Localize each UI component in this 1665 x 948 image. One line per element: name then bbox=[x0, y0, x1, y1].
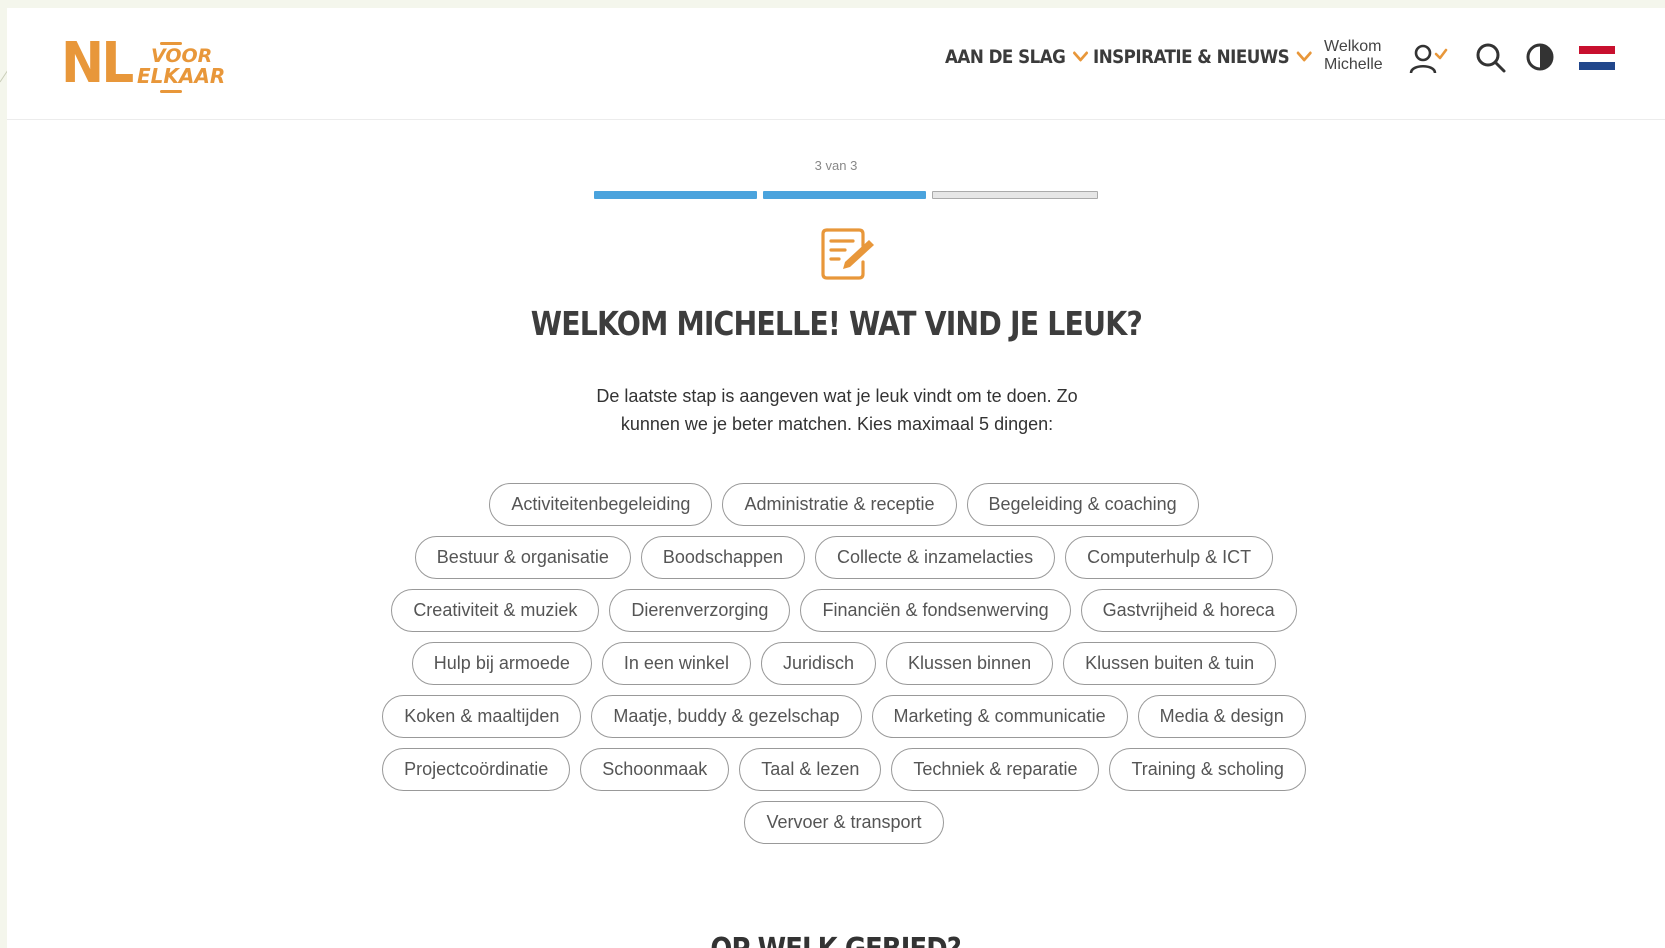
welcome-line-1: Welkom bbox=[1324, 38, 1382, 55]
intro-text: De laatste stap is aangeven wat je leuk … bbox=[596, 386, 1078, 434]
tag-collecte-inzamelacties[interactable]: Collecte & inzamelacties bbox=[815, 536, 1056, 579]
contrast-icon[interactable] bbox=[1525, 42, 1555, 72]
section-title-gebied: OP WELK GEBIED? bbox=[7, 932, 1665, 948]
tag-begeleiding-coaching[interactable]: Begeleiding & coaching bbox=[966, 483, 1199, 526]
logo-voor: VOOR bbox=[151, 45, 213, 67]
main-nav: AAN DE SLAG bbox=[945, 46, 1108, 68]
tag-dierenverzorging[interactable]: Dierenverzorging bbox=[609, 589, 791, 632]
tag-administratie-receptie[interactable]: Administratie & receptie bbox=[722, 483, 957, 526]
tag-financien-fondsenwerving[interactable]: Financiën & fondsenwerving bbox=[800, 589, 1071, 632]
page-title: WELKOM MICHELLE! WAT VIND JE LEUK? bbox=[7, 304, 1665, 343]
site-header: NL VOOR ELKAAR AAN DE SLAG INSPIRATIE & … bbox=[7, 8, 1665, 120]
tag-maatje-buddy-gezelschap[interactable]: Maatje, buddy & gezelschap bbox=[591, 695, 862, 738]
main-nav-2: INSPIRATIE & NIEUWS bbox=[1093, 46, 1342, 68]
tag-juridisch[interactable]: Juridisch bbox=[760, 642, 876, 685]
nav-inspiratie-nieuws-label: INSPIRATIE & NIEUWS bbox=[1093, 46, 1290, 68]
welcome-user[interactable]: Welkom Michelle bbox=[1324, 38, 1383, 74]
tag-gastvrijheid-horeca[interactable]: Gastvrijheid & horeca bbox=[1080, 589, 1297, 632]
tag-creativiteit-muziek[interactable]: Creativiteit & muziek bbox=[391, 589, 600, 632]
page-title-text: WELKOM MICHELLE! WAT VIND JE LEUK? bbox=[530, 304, 1142, 343]
logo-elkaar: ELKAAR bbox=[137, 64, 226, 88]
nav-aan-de-slag[interactable]: AAN DE SLAG bbox=[945, 46, 1088, 68]
logo-nl: NL bbox=[61, 31, 134, 96]
tag-vervoer-transport[interactable]: Vervoer & transport bbox=[744, 801, 944, 844]
tag-klussen-buiten-tuin[interactable]: Klussen buiten & tuin bbox=[1063, 642, 1277, 685]
chevron-down-icon bbox=[1072, 51, 1088, 62]
tag-in-een-winkel[interactable]: In een winkel bbox=[601, 642, 751, 685]
tag-schoonmaak[interactable]: Schoonmaak bbox=[580, 748, 730, 791]
progress-label: 3 van 3 bbox=[814, 158, 858, 173]
tag-marketing-communicatie[interactable]: Marketing & communicatie bbox=[871, 695, 1128, 738]
tag-media-design[interactable]: Media & design bbox=[1137, 695, 1306, 738]
account-icon[interactable] bbox=[1409, 42, 1449, 76]
progress-segment-1 bbox=[594, 191, 757, 199]
tag-computerhulp-ict[interactable]: Computerhulp & ICT bbox=[1065, 536, 1274, 579]
tag-techniek-reparatie[interactable]: Techniek & reparatie bbox=[891, 748, 1100, 791]
tag-activiteitenbegeleiding[interactable]: Activiteitenbegeleiding bbox=[489, 483, 713, 526]
section-title-text: OP WELK GEBIED? bbox=[711, 932, 962, 948]
tag-hulp-bij-armoede[interactable]: Hulp bij armoede bbox=[411, 642, 592, 685]
tag-boodschappen[interactable]: Boodschappen bbox=[640, 536, 806, 579]
dutch-flag-icon[interactable] bbox=[1579, 46, 1615, 70]
nav-aan-de-slag-label: AAN DE SLAG bbox=[945, 46, 1066, 68]
search-icon[interactable] bbox=[1475, 42, 1507, 74]
progress-bar bbox=[594, 191, 1098, 199]
chevron-down-icon bbox=[1296, 51, 1312, 62]
welcome-line-2: Michelle bbox=[1324, 56, 1383, 73]
progress-segment-2 bbox=[763, 191, 926, 199]
tag-bestuur-organisatie[interactable]: Bestuur & organisatie bbox=[414, 536, 631, 579]
edit-form-icon bbox=[821, 228, 874, 280]
logo-bar-bottom bbox=[160, 90, 182, 93]
nav-inspiratie-nieuws[interactable]: INSPIRATIE & NIEUWS bbox=[1093, 46, 1312, 68]
page: NL VOOR ELKAAR AAN DE SLAG INSPIRATIE & … bbox=[7, 8, 1665, 948]
interest-tags: Activiteitenbegeleiding Administratie & … bbox=[377, 483, 1311, 844]
tag-koken-maaltijden[interactable]: Koken & maaltijden bbox=[382, 695, 582, 738]
tag-projectcoordinatie[interactable]: Projectcoördinatie bbox=[382, 748, 571, 791]
tag-training-scholing[interactable]: Training & scholing bbox=[1109, 748, 1306, 791]
tag-klussen-binnen[interactable]: Klussen binnen bbox=[885, 642, 1054, 685]
tag-taal-lezen[interactable]: Taal & lezen bbox=[739, 748, 882, 791]
logo[interactable]: NL VOOR ELKAAR bbox=[61, 31, 225, 102]
progress-segment-3 bbox=[932, 191, 1098, 199]
